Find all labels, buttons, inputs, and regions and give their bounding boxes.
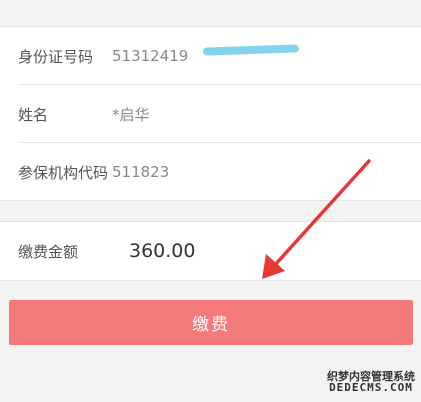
name-label: 姓名	[18, 105, 49, 124]
redaction-mark	[202, 44, 300, 56]
payment-amount-value: 360.00	[129, 240, 196, 262]
site-watermark: 织梦内容管理系统 DEDECMS.COM	[327, 371, 415, 394]
user-info-card: 身份证号码 51312419 姓名 *启华 参保机构代码 511823	[0, 26, 421, 201]
payment-amount-label: 缴费金额	[18, 242, 79, 261]
id-number-label: 身份证号码	[18, 47, 94, 66]
institution-code-label: 参保机构代码	[18, 163, 109, 182]
id-number-value: 51312419	[112, 47, 189, 65]
name-row: 姓名 *启华	[0, 85, 421, 143]
payment-amount-row: 缴费金额 360.00	[0, 221, 421, 281]
institution-code-row: 参保机构代码 511823	[0, 143, 421, 201]
pay-button[interactable]: 缴费	[9, 300, 413, 345]
watermark-line2: DEDECMS.COM	[329, 381, 413, 395]
id-number-row: 身份证号码 51312419	[0, 27, 421, 85]
top-spacer	[0, 0, 421, 26]
institution-code-value: 511823	[112, 163, 170, 181]
name-value: *启华	[112, 105, 150, 124]
